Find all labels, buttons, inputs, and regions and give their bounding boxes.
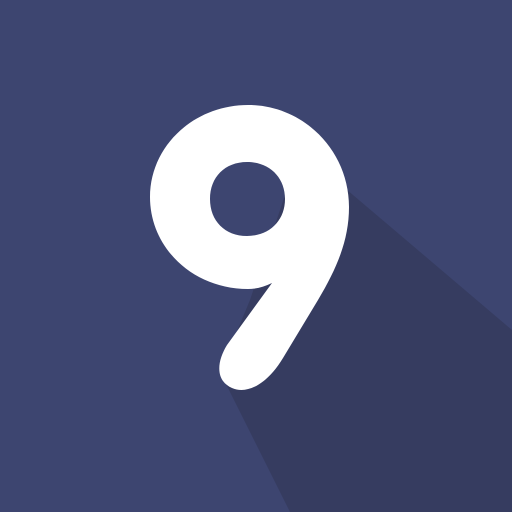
digit-nine-graphic xyxy=(150,105,512,512)
digit-tile xyxy=(0,0,512,512)
